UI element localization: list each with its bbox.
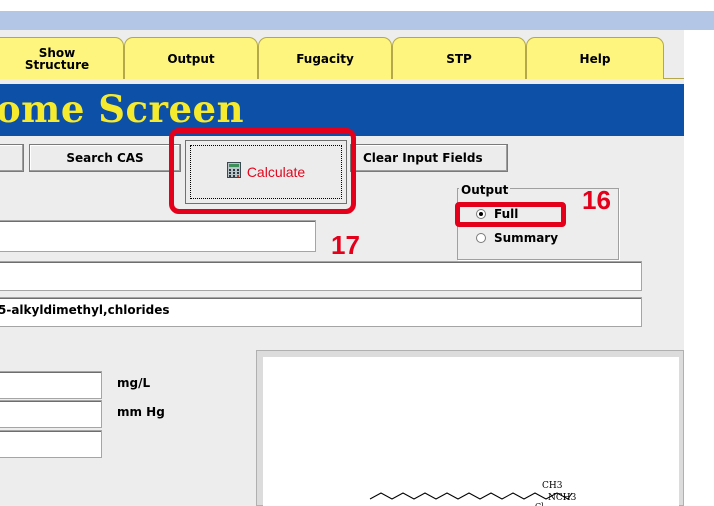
smiles-input[interactable] [0,220,316,252]
radio-label: Summary [494,231,559,245]
callout-number-17: 17 [331,230,360,260]
previous-button-partial[interactable] [0,144,24,172]
tab-label-line1: Show [38,45,76,60]
radio-unselected-icon[interactable] [476,233,486,243]
melting-point-input[interactable] [0,430,102,458]
output-group-legend: Output [459,183,511,197]
tab-label: Help [579,51,611,66]
chloride-label: Cl [535,502,544,506]
vapor-pressure-unit: mm Hg [117,405,165,419]
tab-label-line2: Structure [24,57,90,72]
clear-input-fields-button[interactable]: Clear Input Fields [350,144,508,172]
calculate-highlight-box [169,128,356,214]
window-title-bar [0,11,714,30]
molecule-structure-drawing: CH3 NCH3 Cl [369,481,577,506]
water-solubility-unit: mg/L [117,376,151,390]
tab-help[interactable]: Help [526,37,664,79]
search-cas-button[interactable]: Search CAS [29,144,181,172]
tab-label: STP [446,51,472,66]
vapor-pressure-input[interactable] [0,400,102,428]
structure-canvas: CH3 NCH3 Cl [263,357,679,506]
tab-stp[interactable]: STP [392,37,526,79]
tab-label: Fugacity [296,51,354,66]
tab-label: Output [167,51,215,66]
ch3-top-label: CH3 [542,481,563,491]
chemical-name-display[interactable]: 5-alkyldimethyl,chlorides [0,297,642,327]
output-full-highlight-box [455,202,566,227]
n-ch3-label: NCH3 [548,493,577,503]
tab-fugacity[interactable]: Fugacity [258,37,392,79]
structure-panel: CH3 NCH3 Cl [256,350,684,506]
tab-output[interactable]: Output [124,37,258,79]
water-solubility-input[interactable] [0,371,102,399]
screen-right-margin [684,30,714,506]
tab-show-structure[interactable]: Show Structure [0,37,124,79]
chemical-name-input[interactable] [0,261,642,291]
callout-number-16: 16 [582,185,611,215]
main-window: Show Structure Output Fugacity STP Help … [0,30,684,506]
output-option-summary[interactable]: Summary [476,231,558,245]
banner-title: ome Screen [0,87,244,131]
